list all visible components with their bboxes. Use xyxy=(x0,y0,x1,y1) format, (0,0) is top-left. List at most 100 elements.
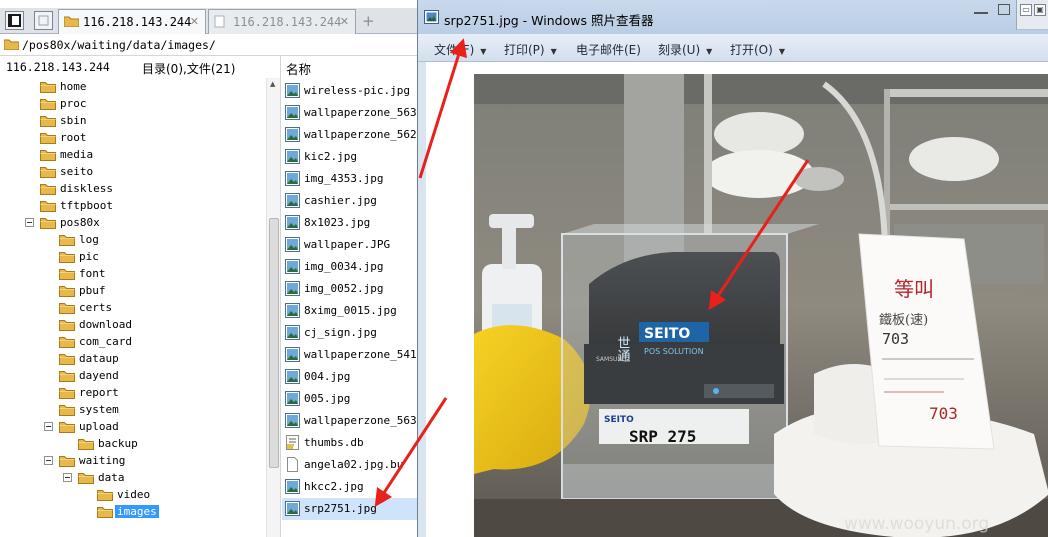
file-row[interactable]: wireless-pic.jpg xyxy=(282,80,418,102)
file-name: cashier.jpg xyxy=(304,194,377,207)
menu-file[interactable]: 文件(F) ▼ xyxy=(434,41,486,58)
photo-viewer-window: srp2751.jpg - Windows 照片查看器 文件(F) ▼ 打印(P)… xyxy=(417,0,1048,537)
tree-item-backup[interactable]: backup xyxy=(0,435,266,452)
path-bar[interactable]: /pos80x/waiting/data/images/ xyxy=(0,34,418,56)
host-address: 116.218.143.244 xyxy=(6,60,110,74)
folder-icon xyxy=(59,369,75,385)
image-file-icon xyxy=(285,259,300,277)
model-label-text: SRP 275 xyxy=(629,427,696,446)
image-file-icon xyxy=(285,171,300,189)
panel-toggle-icon[interactable] xyxy=(5,11,24,30)
tree-item-home[interactable]: home xyxy=(0,78,266,95)
tree-item-diskless[interactable]: diskless xyxy=(0,180,266,197)
tree-item-sbin[interactable]: sbin xyxy=(0,112,266,129)
new-tab-button[interactable]: + xyxy=(362,12,375,30)
tree-item-proc[interactable]: proc xyxy=(0,95,266,112)
file-row[interactable]: 005.jpg xyxy=(282,388,418,410)
tree-item-system[interactable]: system xyxy=(0,401,266,418)
file-row[interactable]: cj_sign.jpg xyxy=(282,322,418,344)
title-bar[interactable]: srp2751.jpg - Windows 照片查看器 xyxy=(418,0,1048,34)
menu-print[interactable]: 打印(P) ▼ xyxy=(504,41,557,58)
tab-host-1[interactable]: 116.218.143.244 ✕ xyxy=(58,9,206,34)
close-icon[interactable]: ✕ xyxy=(190,15,199,28)
tree-item-report[interactable]: report xyxy=(0,384,266,401)
tree-item-video[interactable]: video xyxy=(0,486,266,503)
close-icon[interactable]: ✕ xyxy=(340,15,349,28)
file-row[interactable]: hkcc2.jpg xyxy=(282,476,418,498)
tree-item-dataup[interactable]: dataup xyxy=(0,350,266,367)
restore-icon[interactable] xyxy=(34,11,53,30)
file-row[interactable]: img_0052.jpg xyxy=(282,278,418,300)
collapse-icon[interactable] xyxy=(25,218,34,227)
file-row[interactable]: img_4353.jpg xyxy=(282,168,418,190)
file-name: srp2751.jpg xyxy=(304,502,377,515)
tab-host-2[interactable]: 116.218.143.244 ✕ xyxy=(208,9,356,34)
file-name: 8x1023.jpg xyxy=(304,216,371,229)
maximize-icon[interactable]: ▣ xyxy=(1034,4,1046,16)
image-file-icon xyxy=(285,105,300,123)
tree-item-com-card[interactable]: com_card xyxy=(0,333,266,350)
file-row[interactable]: 8ximg_0015.jpg xyxy=(282,300,418,322)
tree-item-pos80x[interactable]: pos80x xyxy=(0,214,266,231)
maximize-button[interactable] xyxy=(998,4,1010,15)
file-row[interactable]: wallpaperzone_5410_ xyxy=(282,344,418,366)
file-row[interactable]: angela02.jpg.bu xyxy=(282,454,418,476)
image-file-icon xyxy=(285,413,300,431)
file-row[interactable]: thumbs.db xyxy=(282,432,418,454)
menu-email[interactable]: 电子邮件(E) xyxy=(576,41,641,58)
minimize-button[interactable] xyxy=(974,10,988,14)
file-row[interactable]: wallpaperzone_5627_ xyxy=(282,124,418,146)
tree-scrollbar[interactable]: ▲ xyxy=(266,78,280,537)
folder-icon xyxy=(78,471,94,487)
tree-item-seito[interactable]: seito xyxy=(0,163,266,180)
watermark-text: www.wooyun.org xyxy=(844,514,989,534)
file-row[interactable]: kic2.jpg xyxy=(282,146,418,168)
file-name: 8ximg_0015.jpg xyxy=(304,304,397,317)
tree-item-images[interactable]: images xyxy=(0,503,266,520)
tree-item-label: media xyxy=(60,148,94,161)
file-row[interactable]: srp2751.jpg xyxy=(282,498,418,520)
folder-icon xyxy=(59,318,75,334)
tree-item-download[interactable]: download xyxy=(0,316,266,333)
tree-item-label: sbin xyxy=(60,114,87,127)
file-row[interactable]: wallpaperzone_5631_ xyxy=(282,410,418,432)
tree-item-waiting[interactable]: waiting xyxy=(0,452,266,469)
scroll-thumb[interactable] xyxy=(269,218,279,468)
collapse-icon[interactable] xyxy=(44,422,53,431)
tree-item-data[interactable]: data xyxy=(0,469,266,486)
tree-item-certs[interactable]: certs xyxy=(0,299,266,316)
file-name: img_0052.jpg xyxy=(304,282,384,295)
file-row[interactable]: cashier.jpg xyxy=(282,190,418,212)
tree-item-upload[interactable]: upload xyxy=(0,418,266,435)
folder-icon xyxy=(59,233,75,249)
pane-splitter[interactable] xyxy=(280,56,281,537)
tree-item-log[interactable]: log xyxy=(0,231,266,248)
tree-item-font[interactable]: font xyxy=(0,265,266,282)
tree-item-dayend[interactable]: dayend xyxy=(0,367,266,384)
folder-icon xyxy=(63,15,80,30)
file-row[interactable]: 004.jpg xyxy=(282,366,418,388)
tree-item-media[interactable]: media xyxy=(0,146,266,163)
image-file-icon xyxy=(285,303,300,321)
tree-item-pic[interactable]: pic xyxy=(0,248,266,265)
tree-item-tftpboot[interactable]: tftpboot xyxy=(0,197,266,214)
minimize-icon[interactable]: ▭ xyxy=(1020,4,1032,16)
file-row[interactable]: img_0034.jpg xyxy=(282,256,418,278)
menu-burn[interactable]: 刻录(U) ▼ xyxy=(658,41,712,58)
file-row[interactable]: 8x1023.jpg xyxy=(282,212,418,234)
tree-item-label: root xyxy=(60,131,87,144)
file-row[interactable]: wallpaper.JPG xyxy=(282,234,418,256)
tree-item-root[interactable]: root xyxy=(0,129,266,146)
folder-icon xyxy=(59,335,75,351)
collapse-icon[interactable] xyxy=(63,473,72,482)
collapse-icon[interactable] xyxy=(44,456,53,465)
tree-item-pbuf[interactable]: pbuf xyxy=(0,282,266,299)
tab-bar: 116.218.143.244 ✕ 116.218.143.244 ✕ + xyxy=(0,8,418,34)
menu-open[interactable]: 打开(O) ▼ xyxy=(730,41,785,58)
column-header-name[interactable]: 名称 xyxy=(286,59,311,78)
file-row[interactable]: wallpaperzone_5630_ xyxy=(282,102,418,124)
image-file-icon xyxy=(285,391,300,409)
image-file-icon xyxy=(285,237,300,255)
scroll-up-icon[interactable]: ▲ xyxy=(270,80,275,88)
tree-item-label: pos80x xyxy=(60,216,100,229)
